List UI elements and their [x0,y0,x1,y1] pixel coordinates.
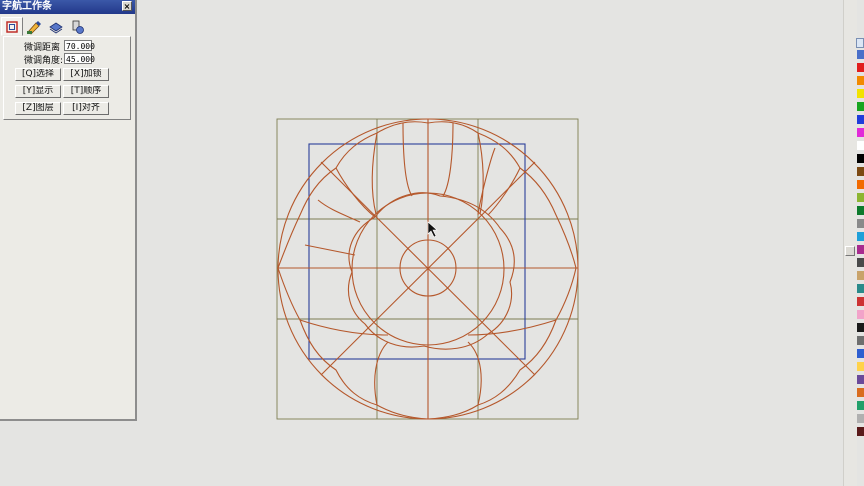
vertical-scrollbar[interactable] [843,0,857,486]
mouse-cursor-icon [427,221,438,238]
color-swatch[interactable] [857,193,864,202]
color-swatch[interactable] [857,414,864,423]
color-swatch[interactable] [857,310,864,319]
color-swatch[interactable] [857,89,864,98]
ornament-curves[interactable] [277,118,579,420]
drawing-workspace[interactable]: 字航工作条 × 微调距离 70.000 微调角度: 45.000 [Q]选择 [… [0,0,864,486]
nudge-angle-label: 微调角度: [24,56,64,66]
color-swatch[interactable] [857,427,864,436]
panel-title-bar[interactable]: 字航工作条 × [0,0,135,14]
color-swatch[interactable] [857,115,864,124]
scrollbar-thumb[interactable] [845,246,855,256]
petal-ray [371,132,378,215]
layer-stack-icon [49,22,63,33]
tab-frame[interactable] [1,17,23,36]
inner-square[interactable] [308,143,526,360]
color-swatch[interactable] [857,102,864,111]
color-swatch[interactable] [857,63,864,72]
palette-scroll-up-icon[interactable] [856,38,864,48]
panel-close-button[interactable]: × [122,1,132,11]
color-swatch[interactable] [857,271,864,280]
color-swatch[interactable] [857,232,864,241]
lower-sweep [299,319,389,336]
color-swatch[interactable] [857,219,864,228]
tab-tools[interactable] [67,17,89,36]
color-swatch[interactable] [857,349,864,358]
tab-layers[interactable] [45,17,67,36]
tools-icon [72,20,84,34]
order-button[interactable]: [T]顺序 [63,85,109,98]
color-swatch[interactable] [857,284,864,293]
frame-icon [6,20,18,33]
color-swatch[interactable] [857,76,864,85]
lock-button[interactable]: [X]加锁 [63,68,109,81]
color-swatch[interactable] [857,154,864,163]
spoke-line [304,244,356,256]
tab-draw[interactable] [23,17,45,36]
color-swatch[interactable] [857,258,864,267]
color-swatch[interactable] [857,388,864,397]
petal-ray [402,122,413,197]
color-swatch[interactable] [857,323,864,332]
close-icon: × [123,2,131,11]
nudge-distance-label: 微调距离 [24,43,61,53]
nudge-angle-input[interactable]: 45.000 [64,53,95,64]
color-swatch[interactable] [857,336,864,345]
color-swatch[interactable] [857,401,864,410]
color-swatch[interactable] [857,362,864,371]
tool-panel[interactable]: 字航工作条 × 微调距离 70.000 微调角度: 45.000 [Q]选择 [… [0,0,137,421]
petal-ray [487,167,521,216]
panel-title-text: 字航工作条 [2,1,52,12]
show-button[interactable]: [Y]显示 [15,85,61,98]
color-swatch[interactable] [857,245,864,254]
color-swatch[interactable] [857,167,864,176]
color-swatch[interactable] [857,141,864,150]
select-button[interactable]: [Q]选择 [15,68,61,81]
color-swatch[interactable] [857,375,864,384]
lower-sweep [467,341,482,406]
align-button[interactable]: [I]对齐 [63,102,109,115]
layer-button[interactable]: [Z]图层 [15,102,61,115]
color-swatch[interactable] [857,50,864,59]
color-swatch[interactable] [857,180,864,189]
lower-sweep [467,319,557,336]
color-swatch[interactable] [857,297,864,306]
color-swatch[interactable] [857,128,864,137]
petal-ray [442,122,454,197]
pencil-brush-icon [27,20,41,35]
color-swatch[interactable] [857,206,864,215]
color-palette[interactable] [856,0,864,486]
nudge-distance-input[interactable]: 70.000 [64,40,95,51]
